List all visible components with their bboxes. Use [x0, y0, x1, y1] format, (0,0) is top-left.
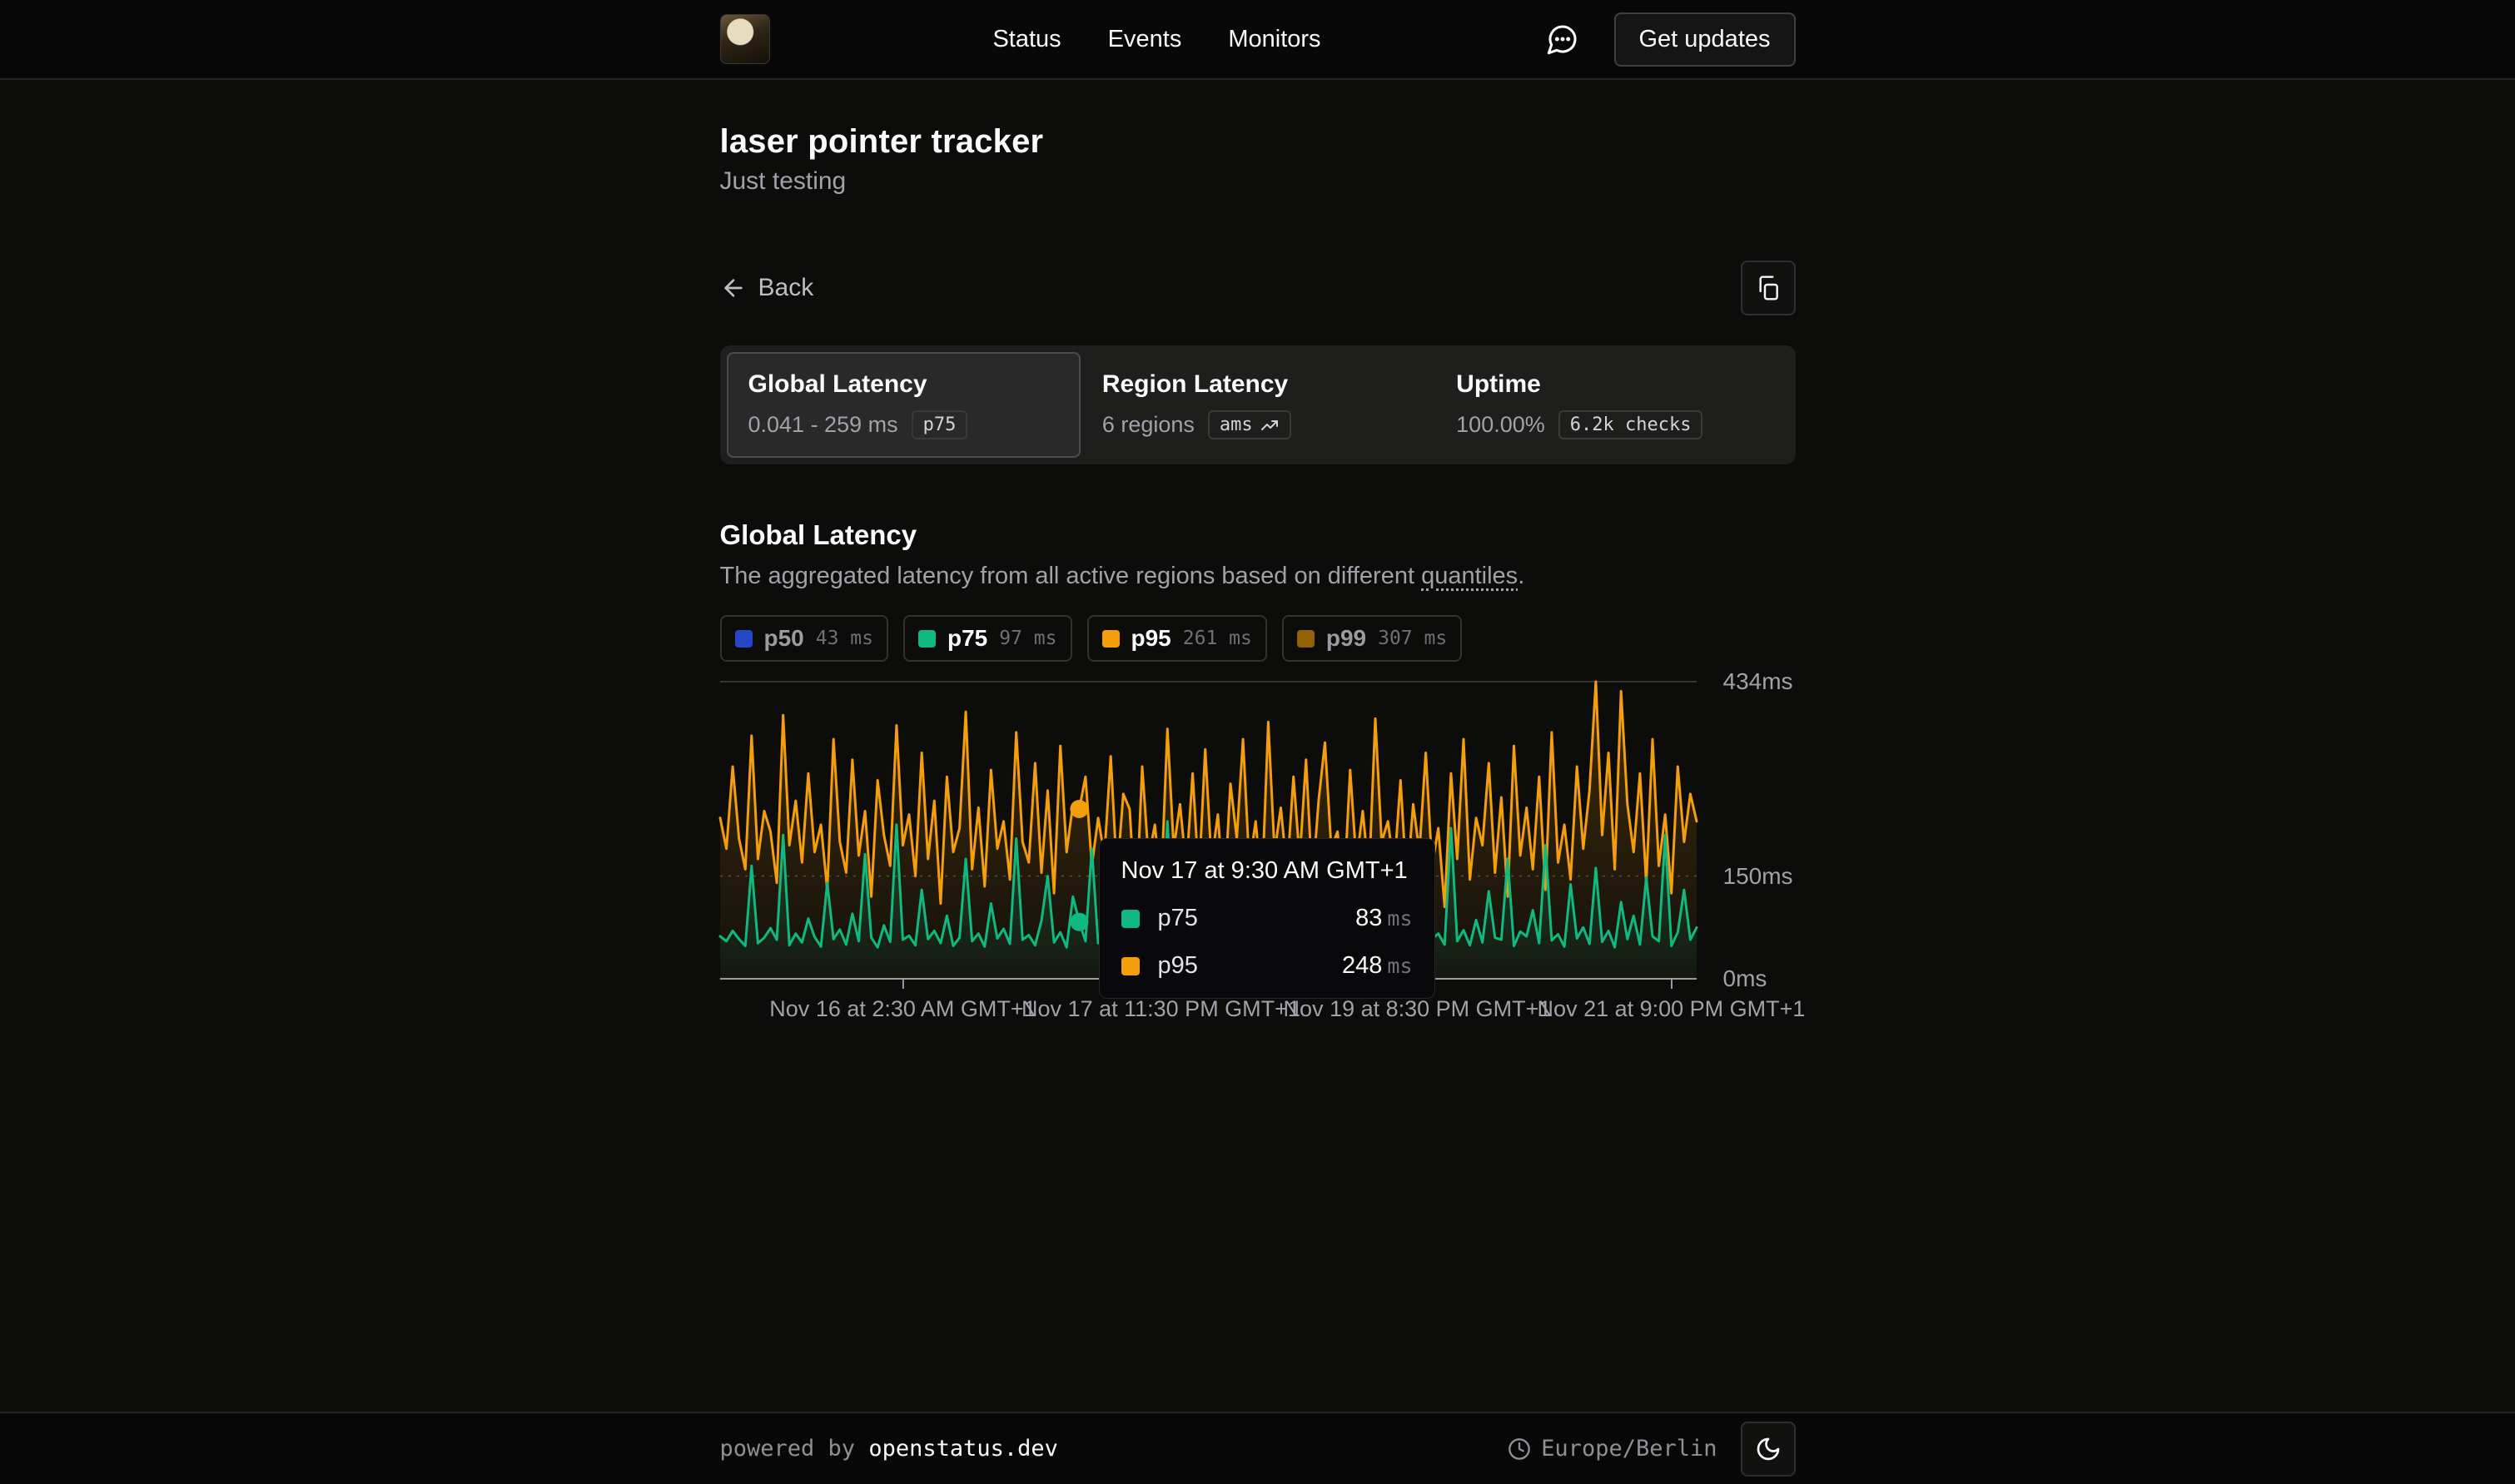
p50-color-swatch — [735, 630, 753, 648]
legend-toggle-p75[interactable]: p75 97 ms — [903, 615, 1072, 662]
tab-title: Global Latency — [748, 370, 1059, 399]
chart-section-title: Global Latency — [720, 519, 1796, 551]
powered-by: powered by openstatus.dev — [720, 1436, 1058, 1462]
nav-link-monitors[interactable]: Monitors — [1228, 26, 1320, 53]
tooltip-timestamp: Nov 17 at 9:30 AM GMT+1 — [1121, 857, 1413, 885]
latency-line-chart: 434ms150ms0ms Nov 16 at 2:30 AM GMT+1Nov… — [720, 682, 1796, 1031]
x-tick-label: Nov 17 at 11:30 PM GMT+1 — [1021, 996, 1300, 1022]
description-text: The aggregated latency from all active r… — [720, 563, 1422, 589]
legend-value: 43 ms — [816, 628, 873, 649]
powered-by-prefix: powered by — [720, 1436, 869, 1462]
quantile-badge: p75 — [912, 410, 968, 439]
tab-title: Region Latency — [1102, 370, 1413, 399]
legend-value: 307 ms — [1378, 628, 1447, 649]
legend-toggle-p95[interactable]: p95 261 ms — [1087, 615, 1267, 662]
checks-badge: 6.2k checks — [1558, 410, 1703, 439]
chart-legend: p50 43 ms p75 97 ms p95 261 ms p99 307 m… — [720, 615, 1796, 662]
tooltip-row-p75: p75 83 ms — [1121, 905, 1413, 932]
x-tick-label: Nov 21 at 9:00 PM GMT+1 — [1538, 996, 1806, 1022]
y-tick-label: 0ms — [1723, 965, 1767, 992]
x-tick-label: Nov 16 at 2:30 AM GMT+1 — [769, 996, 1036, 1022]
p75-color-swatch — [1121, 910, 1140, 928]
nav-link-events[interactable]: Events — [1108, 26, 1182, 53]
tooltip-series-label: p75 — [1158, 905, 1198, 932]
legend-label: p99 — [1326, 625, 1366, 652]
copy-icon — [1755, 275, 1782, 301]
p75-color-swatch — [918, 630, 936, 648]
tooltip-series-value: 248 — [1342, 952, 1382, 980]
legend-toggle-p99[interactable]: p99 307 ms — [1282, 615, 1462, 662]
p95-color-swatch — [1102, 630, 1120, 648]
footer: powered by openstatus.dev Europe/Berlin — [0, 1412, 2515, 1484]
tooltip-series-value: 83 — [1355, 905, 1382, 932]
back-button[interactable]: Back — [720, 274, 814, 302]
legend-label: p95 — [1131, 625, 1171, 652]
tab-global-latency[interactable]: Global Latency 0.041 - 259 ms p75 — [727, 352, 1081, 458]
nav-link-status[interactable]: Status — [992, 26, 1061, 53]
metric-tabs: Global Latency 0.041 - 259 ms p75 Region… — [720, 345, 1796, 464]
chart-tooltip: Nov 17 at 9:30 AM GMT+1 p75 83 ms p95 24… — [1099, 838, 1435, 999]
arrow-left-icon — [720, 275, 747, 301]
tab-value: 100.00% — [1456, 412, 1545, 438]
moon-icon — [1755, 1436, 1782, 1462]
region-badge-label: ams — [1220, 414, 1253, 435]
status-page-logo — [720, 14, 770, 64]
top-nav-bar: Status Events Monitors Get updates — [0, 0, 2515, 80]
x-tick-label: Nov 19 at 8:30 PM GMT+1 — [1284, 996, 1552, 1022]
legend-value: 261 ms — [1183, 628, 1252, 649]
back-label: Back — [758, 274, 814, 302]
theme-toggle-button[interactable] — [1741, 1422, 1796, 1477]
timezone-label: Europe/Berlin — [1541, 1436, 1717, 1462]
legend-toggle-p50[interactable]: p50 43 ms — [720, 615, 889, 662]
tooltip-series-unit: ms — [1387, 954, 1412, 978]
tab-value: 0.041 - 259 ms — [748, 412, 898, 438]
region-badge: ams — [1208, 410, 1291, 439]
message-bubble-icon — [1546, 22, 1579, 56]
legend-label: p50 — [764, 625, 804, 652]
tooltip-series-label: p95 — [1158, 952, 1198, 980]
copy-link-button[interactable] — [1741, 261, 1796, 315]
tab-region-latency[interactable]: Region Latency 6 regions ams — [1081, 352, 1434, 458]
quantiles-link[interactable]: quantiles — [1421, 563, 1518, 589]
page-title: laser pointer tracker — [720, 123, 1796, 161]
tab-title: Uptime — [1456, 370, 1767, 399]
y-tick-label: 434ms — [1723, 668, 1793, 695]
trending-up-icon — [1260, 415, 1280, 435]
feedback-chat-button[interactable] — [1544, 21, 1581, 57]
description-period: . — [1518, 563, 1524, 589]
get-updates-button[interactable]: Get updates — [1614, 12, 1796, 67]
clock-icon — [1508, 1437, 1531, 1461]
legend-value: 97 ms — [999, 628, 1056, 649]
tooltip-series-unit: ms — [1387, 906, 1412, 931]
legend-label: p75 — [947, 625, 987, 652]
y-tick-label: 150ms — [1723, 863, 1793, 890]
timezone-display: Europe/Berlin — [1508, 1436, 1717, 1462]
tooltip-row-p95: p95 248 ms — [1121, 952, 1413, 980]
main-nav: Status Events Monitors — [992, 26, 1320, 53]
openstatus-link[interactable]: openstatus.dev — [868, 1436, 1058, 1462]
page-subtitle: Just testing — [720, 167, 1796, 196]
tab-uptime[interactable]: Uptime 100.00% 6.2k checks — [1434, 352, 1788, 458]
tab-value: 6 regions — [1102, 412, 1195, 438]
p99-color-swatch — [1297, 630, 1315, 648]
chart-section-description: The aggregated latency from all active r… — [720, 563, 1796, 590]
p95-color-swatch — [1121, 957, 1140, 975]
